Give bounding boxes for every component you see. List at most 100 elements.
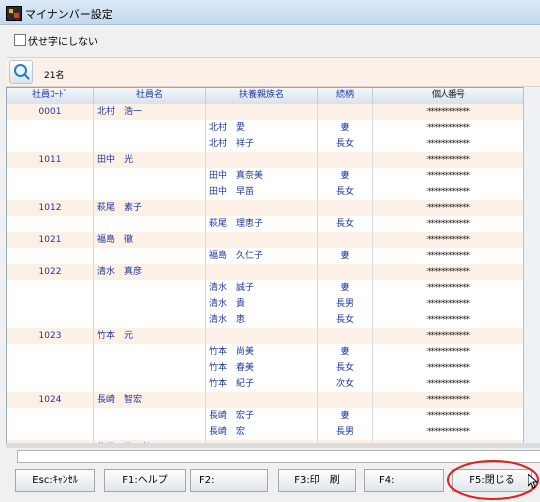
cell-personal-number: ************ (373, 152, 524, 168)
title-bar: マイナンバー設定 (0, 0, 540, 25)
cell-employee-name (94, 280, 206, 296)
cell-relationship: 妻 (318, 120, 373, 136)
cell-employee-code: 1022 (7, 264, 94, 280)
horizontal-scrollbar[interactable] (6, 443, 540, 448)
cell-employee-code (7, 408, 94, 424)
magnifier-handle-icon (24, 74, 30, 80)
table-row[interactable]: 1021 福島 徹 ************ (7, 232, 524, 249)
cell-employee-name (94, 168, 206, 184)
cell-dependent-name (206, 328, 318, 344)
cell-employee-name (94, 120, 206, 136)
cell-relationship: 妻 (318, 408, 373, 424)
table-row[interactable]: 長崎 宏子妻 ************ (7, 408, 524, 425)
table-row[interactable]: 竹本 尚美妻 ************ (7, 344, 524, 361)
header-employee-name[interactable]: 社員名 (94, 88, 206, 104)
cell-dependent-name: 長崎 宏子 (206, 408, 318, 424)
table-row[interactable]: 清水 誠子妻 ************ (7, 280, 524, 297)
cell-relationship: 妻 (318, 344, 373, 360)
table-row[interactable]: 1022 清水 真彦 ************ (7, 264, 524, 281)
f2-button[interactable]: F2: (190, 469, 268, 492)
cell-dependent-name (206, 152, 318, 168)
cell-relationship: 長男 (318, 296, 373, 312)
cell-personal-number: ************ (373, 376, 524, 392)
cell-relationship (318, 200, 373, 216)
cell-employee-code (7, 296, 94, 312)
cell-dependent-name: 竹本 尚美 (206, 344, 318, 360)
f4-label: F4: (379, 475, 395, 486)
cell-dependent-name: 田中 早苗 (206, 184, 318, 200)
cell-relationship: 長女 (318, 312, 373, 328)
app-icon (6, 6, 22, 21)
table-row[interactable]: 萩尾 理恵子 長女 ************ (7, 216, 524, 233)
header-employee-code[interactable]: 社員ｺｰﾄﾞ (7, 88, 94, 104)
cell-dependent-name: 竹本 春美 (206, 360, 318, 376)
cell-personal-number: ************ (373, 120, 524, 136)
table-row[interactable]: 1012 萩尾 素子 ************ (7, 200, 524, 217)
cell-dependent-name: 清水 誠子 (206, 280, 318, 296)
employee-grid[interactable]: 社員ｺｰﾄﾞ 社員名 扶養親族名 続柄 個人番号 0001 北村 浩一 ******… (6, 87, 525, 445)
cell-employee-code (7, 344, 94, 360)
cell-dependent-name: 田中 真奈美 (206, 168, 318, 184)
window-title: マイナンバー設定 (25, 8, 113, 21)
f2-label: F2: (199, 475, 215, 486)
table-row[interactable]: 0001 北村 浩一 ************ (7, 104, 524, 121)
cell-dependent-name: 北村 愛 (206, 120, 318, 136)
header-personal-number[interactable]: 個人番号 (373, 88, 524, 104)
table-row[interactable]: 竹本 春美 長女 ************ (7, 360, 524, 377)
cell-personal-number: ************ (373, 360, 524, 376)
cell-employee-code: 0001 (7, 104, 94, 120)
table-row[interactable]: 福島 久仁子妻 ************ (7, 248, 524, 265)
cell-personal-number: ************ (373, 168, 524, 184)
cell-relationship: 長男 (318, 424, 373, 440)
cell-employee-code (7, 360, 94, 376)
table-row[interactable]: 清水 恵長女 ************ (7, 312, 524, 329)
cell-employee-name: 長崎 智宏 (94, 392, 206, 408)
esc-cancel-button[interactable]: Esc:ｷｬﾝｾﾙ (15, 469, 95, 492)
cell-dependent-name: 北村 祥子 (206, 136, 318, 152)
table-row[interactable]: 北村 祥子 長女 ************ (7, 136, 524, 153)
table-row[interactable]: 清水 貴長男 ************ (7, 296, 524, 313)
cell-dependent-name (206, 392, 318, 408)
cell-employee-name (94, 216, 206, 232)
table-row[interactable]: 1024 長崎 智宏 ************ (7, 392, 524, 409)
hide-mask-checkbox[interactable] (14, 34, 26, 46)
cell-relationship: 妻 (318, 280, 373, 296)
cell-relationship (318, 328, 373, 344)
cell-employee-code (7, 216, 94, 232)
cell-dependent-name (206, 200, 318, 216)
f3-print-button[interactable]: F3:印 刷 (278, 469, 356, 492)
cell-employee-name: 清水 真彦 (94, 264, 206, 280)
table-row[interactable]: 北村 愛妻 ************ (7, 120, 524, 137)
highlight-ellipse (447, 460, 539, 500)
cell-employee-name: 北村 浩一 (94, 104, 206, 120)
table-row[interactable]: 田中 早苗 長女 ************ (7, 184, 524, 201)
cell-employee-code (7, 280, 94, 296)
f4-button[interactable]: F4: (364, 469, 444, 492)
cell-relationship (318, 104, 373, 120)
cell-personal-number: ************ (373, 344, 524, 360)
cell-employee-name: 竹本 元 (94, 328, 206, 344)
grid-header: 社員ｺｰﾄﾞ 社員名 扶養親族名 続柄 個人番号 (7, 88, 524, 105)
highlight-circle (447, 460, 539, 500)
search-button[interactable] (9, 60, 33, 84)
cell-employee-code: 1012 (7, 200, 94, 216)
cell-relationship (318, 152, 373, 168)
table-row[interactable]: 竹本 紀子 次女 ************ (7, 376, 524, 393)
table-row[interactable]: 1011 田中 光 ************ (7, 152, 524, 169)
cell-dependent-name: 萩尾 理恵子 (206, 216, 318, 232)
header-dependent-name[interactable]: 扶養親族名 (206, 88, 318, 104)
hide-mask-label: 伏せ字にしない (28, 37, 98, 48)
cell-personal-number: ************ (373, 312, 524, 328)
cell-dependent-name (206, 264, 318, 280)
info-bar: 21名 (6, 57, 540, 87)
cell-employee-code: 1023 (7, 328, 94, 344)
header-relationship[interactable]: 続柄 (318, 88, 373, 104)
cell-employee-name: 福島 徹 (94, 232, 206, 248)
f1-help-button[interactable]: F1:ヘルプ (104, 469, 186, 492)
vertical-scrollbar[interactable] (523, 87, 540, 443)
mouse-cursor-icon (528, 474, 538, 489)
table-row[interactable]: 1023 竹本 元 ************ (7, 328, 524, 345)
table-row[interactable]: 田中 真奈美妻 ************ (7, 168, 524, 185)
table-row[interactable]: 長崎 宏長男 ************ (7, 424, 524, 441)
cell-employee-code: 1011 (7, 152, 94, 168)
